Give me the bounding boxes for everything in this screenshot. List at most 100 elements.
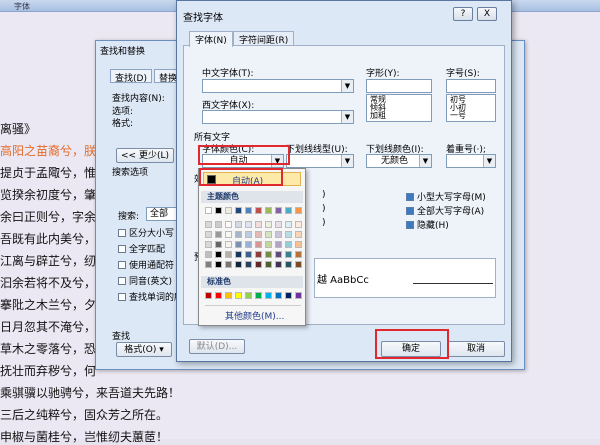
color-swatch[interactable] (215, 261, 222, 268)
color-swatch[interactable] (245, 251, 252, 258)
color-swatch[interactable] (235, 231, 242, 238)
color-swatch[interactable] (245, 261, 252, 268)
color-swatch[interactable] (255, 261, 262, 268)
color-swatch[interactable] (205, 241, 212, 248)
color-swatch[interactable] (265, 251, 272, 258)
size-input[interactable] (446, 79, 496, 93)
color-swatch[interactable] (235, 261, 242, 268)
color-swatch[interactable] (205, 221, 212, 228)
color-swatch[interactable] (275, 231, 282, 238)
more-colors-item[interactable]: 其他颜色(M)... (205, 305, 301, 322)
color-swatch[interactable] (205, 261, 212, 268)
effect-allcaps[interactable]: 全部大写字母(A) (406, 204, 484, 217)
color-swatch[interactable] (285, 241, 292, 248)
color-swatch[interactable] (215, 221, 222, 228)
tab-font[interactable]: 字体(N) (189, 31, 233, 47)
color-swatch[interactable] (275, 221, 282, 228)
color-swatch[interactable] (275, 261, 282, 268)
color-swatch[interactable] (295, 207, 302, 214)
color-swatch[interactable] (235, 292, 242, 299)
underline-color-select[interactable]: 无颜色 ▼ (366, 154, 432, 168)
color-swatch[interactable] (205, 251, 212, 258)
list-item[interactable]: 一号 (450, 112, 492, 120)
help-button[interactable]: ? (453, 7, 473, 21)
color-swatch[interactable] (215, 251, 222, 258)
color-swatch[interactable] (225, 231, 232, 238)
color-swatch[interactable] (255, 241, 262, 248)
color-swatch[interactable] (265, 221, 272, 228)
color-swatch[interactable] (215, 231, 222, 238)
color-swatch[interactable] (275, 292, 282, 299)
color-swatch[interactable] (215, 241, 222, 248)
search-option-checkbox[interactable]: 区分大小写 (118, 226, 174, 239)
color-swatch[interactable] (245, 231, 252, 238)
color-swatch[interactable] (285, 221, 292, 228)
color-swatch[interactable] (265, 207, 272, 214)
style-input[interactable] (366, 79, 432, 93)
search-option-checkbox[interactable]: 使用通配符 (118, 258, 174, 271)
default-button[interactable]: 默认(D)... (189, 339, 245, 354)
color-swatch[interactable] (235, 251, 242, 258)
color-swatch[interactable] (225, 241, 232, 248)
color-swatch[interactable] (255, 251, 262, 258)
size-list[interactable]: 初号 小初 一号 (446, 94, 496, 122)
tab-char-spacing[interactable]: 字符间距(R) (233, 31, 295, 46)
color-swatch[interactable] (295, 221, 302, 228)
color-swatch[interactable] (245, 241, 252, 248)
color-swatch[interactable] (265, 292, 272, 299)
close-button[interactable]: X (477, 7, 497, 21)
color-swatch[interactable] (255, 292, 262, 299)
color-swatch[interactable] (255, 231, 262, 238)
western-font-select[interactable]: ▼ (202, 110, 354, 124)
color-swatch[interactable] (265, 261, 272, 268)
color-swatch[interactable] (295, 292, 302, 299)
color-swatch[interactable] (295, 231, 302, 238)
color-swatch[interactable] (265, 231, 272, 238)
color-swatch[interactable] (285, 207, 292, 214)
effect-hidden[interactable]: 隐藏(H) (406, 218, 449, 231)
color-swatch[interactable] (295, 241, 302, 248)
search-option-checkbox[interactable]: 同音(英文) (118, 274, 172, 287)
color-swatch[interactable] (295, 251, 302, 258)
style-list[interactable]: 常规 倾斜 加粗 (366, 94, 432, 122)
color-swatch[interactable] (295, 261, 302, 268)
color-swatch[interactable] (285, 292, 292, 299)
color-swatch[interactable] (265, 241, 272, 248)
color-swatch[interactable] (275, 241, 282, 248)
tab-find[interactable]: 查找(D) (110, 69, 152, 84)
search-option-checkbox[interactable]: 全字匹配 (118, 242, 165, 255)
color-swatch[interactable] (275, 207, 282, 214)
color-swatch[interactable] (245, 221, 252, 228)
color-swatch[interactable] (215, 292, 222, 299)
cancel-button[interactable]: 取消 (447, 341, 505, 357)
color-swatch[interactable] (225, 221, 232, 228)
emphasis-select[interactable]: ▼ (446, 154, 496, 168)
color-swatch[interactable] (285, 251, 292, 258)
color-swatch[interactable] (205, 292, 212, 299)
chinese-font-label: 中文字体(T): (202, 69, 254, 79)
color-swatch[interactable] (225, 251, 232, 258)
format-button[interactable]: 格式(O) ▾ (116, 342, 172, 357)
chinese-font-select[interactable]: ▼ (202, 79, 354, 93)
color-swatch[interactable] (235, 221, 242, 228)
color-swatch[interactable] (255, 207, 262, 214)
underline-style-select[interactable]: ▼ (286, 154, 354, 168)
color-swatch[interactable] (225, 207, 232, 214)
less-button[interactable]: << 更少(L) (116, 148, 174, 163)
color-swatch[interactable] (235, 207, 242, 214)
color-swatch[interactable] (285, 261, 292, 268)
color-swatch[interactable] (255, 221, 262, 228)
color-swatch[interactable] (205, 207, 212, 214)
effect-smallcaps[interactable]: 小型大写字母(M) (406, 190, 486, 203)
color-swatch[interactable] (245, 292, 252, 299)
chevron-down-icon: ▼ (341, 155, 353, 167)
color-swatch[interactable] (225, 292, 232, 299)
color-swatch[interactable] (275, 251, 282, 258)
color-swatch[interactable] (205, 231, 212, 238)
color-swatch[interactable] (225, 261, 232, 268)
color-swatch[interactable] (235, 241, 242, 248)
color-swatch[interactable] (245, 207, 252, 214)
color-swatch[interactable] (215, 207, 222, 214)
color-swatch[interactable] (285, 231, 292, 238)
list-item[interactable]: 加粗 (370, 112, 428, 120)
